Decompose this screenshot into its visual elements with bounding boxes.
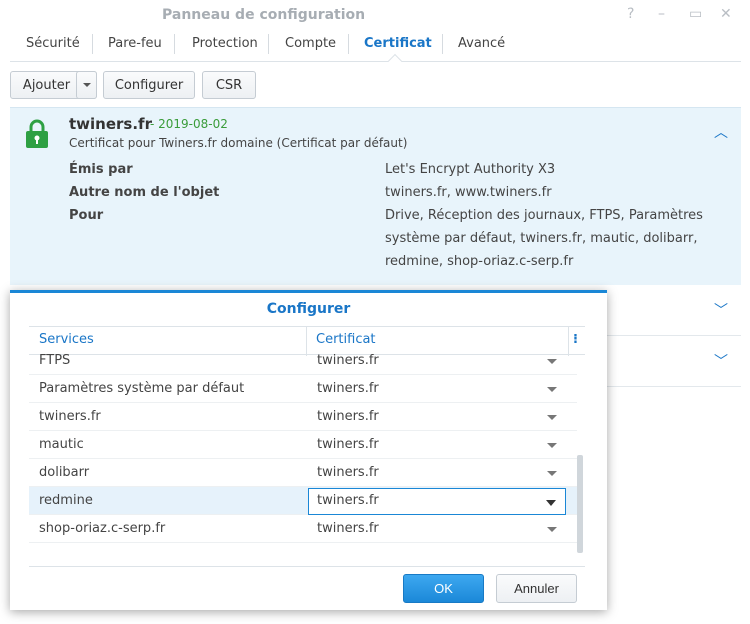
used-for-label: Pour [69, 208, 104, 223]
subject-alt-name-value: twiners.fr, www.twiners.fr [385, 185, 552, 200]
certificate-description: Certificat pour Twiners.fr domaine (Cert… [69, 136, 408, 150]
tab-divider [442, 34, 443, 54]
dropdown-arrow-icon[interactable] [546, 500, 556, 506]
active-tab-indicator [387, 53, 403, 69]
used-for-value: Drive, Réception des journaux, FTPS, Par… [385, 208, 703, 269]
dropdown-arrow-icon[interactable] [547, 471, 557, 476]
table-row[interactable]: FTPS twiners.fr [29, 347, 577, 375]
configure-button[interactable]: Configurer [103, 71, 195, 99]
dialog-title: Configurer [266, 301, 351, 317]
table-row[interactable]: twiners.fr twiners.fr [29, 403, 577, 431]
certificate-cell[interactable]: twiners.fr [317, 409, 379, 424]
close-icon[interactable]: ✕ [720, 6, 732, 22]
issuer-value: Let's Encrypt Authority X3 [385, 162, 556, 177]
table-row[interactable]: shop-oriaz.c-serp.fr twiners.fr [29, 515, 577, 543]
service-name: redmine [39, 493, 93, 508]
tab-certificat[interactable]: Certificat [364, 36, 432, 51]
service-name: FTPS [39, 353, 71, 368]
window-titlebar: Panneau de configuration ? – ▭ ✕ [0, 0, 750, 30]
column-header-certificat[interactable]: Certificat [316, 332, 376, 347]
add-dropdown-button[interactable] [76, 71, 97, 99]
tab-protection[interactable]: Protection [192, 36, 258, 51]
dropdown-arrow-icon[interactable] [547, 443, 557, 448]
service-name: Paramètres système par défaut [39, 381, 245, 396]
maximize-icon[interactable]: ▭ [689, 6, 702, 22]
table-row[interactable]: Paramètres système par défaut twiners.fr [29, 375, 577, 403]
dropdown-arrow-icon[interactable] [547, 387, 557, 392]
minimize-icon[interactable]: – [658, 6, 665, 22]
issuer-label: Émis par [69, 162, 133, 177]
dropdown-arrow-icon[interactable] [547, 359, 557, 364]
lock-icon [24, 119, 50, 153]
service-name: mautic [39, 437, 84, 452]
tab-avance[interactable]: Avancé [458, 36, 505, 51]
subject-alt-name-label: Autre nom de l'objet [69, 185, 220, 200]
certificate-name: twiners.fr [69, 115, 152, 133]
service-name: dolibarr [39, 465, 90, 480]
chevron-up-icon[interactable]: ︿ [714, 122, 728, 142]
configure-dialog: Configurer Services Certificat ⁝ FTPS tw… [10, 290, 607, 610]
certificate-cell[interactable]: twiners.fr [317, 521, 379, 536]
service-name: twiners.fr [39, 409, 101, 424]
tab-divider [268, 34, 269, 54]
help-icon[interactable]: ? [627, 6, 634, 22]
table-row-selected[interactable]: redmine twiners.fr [29, 487, 577, 515]
column-menu-icon[interactable]: ⁝ [573, 332, 578, 347]
tab-bar: Sécurité Pare-feu Protection Compte Cert… [10, 30, 741, 69]
dialog-footer-divider [29, 566, 585, 567]
chevron-down-icon[interactable]: ﹀ [714, 351, 728, 371]
tab-compte[interactable]: Compte [285, 36, 336, 51]
certificate-cell[interactable]: twiners.fr [317, 437, 379, 452]
csr-button[interactable]: CSR [202, 71, 256, 99]
window-title: Panneau de configuration [162, 7, 366, 23]
certificate-select[interactable]: twiners.fr [308, 488, 566, 515]
dropdown-arrow-icon[interactable] [547, 415, 557, 420]
column-header-services[interactable]: Services [39, 332, 94, 347]
table-row[interactable]: mautic twiners.fr [29, 431, 577, 459]
chevron-down-icon [82, 83, 91, 87]
ok-button[interactable]: OK [403, 574, 484, 603]
certificate-cell[interactable]: twiners.fr [317, 465, 379, 480]
tab-divider [92, 34, 93, 54]
cancel-button[interactable]: Annuler [496, 574, 577, 603]
dropdown-arrow-icon[interactable] [547, 527, 557, 532]
table-row[interactable]: dolibarr twiners.fr [29, 459, 577, 487]
certificate-cell[interactable]: twiners.fr [317, 353, 379, 368]
certificate-date: - 2019-08-02 [150, 117, 228, 131]
grid-scrollbar[interactable] [577, 455, 583, 553]
service-name: shop-oriaz.c-serp.fr [39, 521, 166, 536]
tab-pare-feu[interactable]: Pare-feu [108, 36, 162, 51]
tab-securite[interactable]: Sécurité [26, 36, 80, 51]
tab-divider [174, 34, 175, 54]
certificate-item-expanded[interactable]: twiners.fr - 2019-08-02 Certificat pour … [10, 107, 741, 285]
certificate-select-value: twiners.fr [317, 493, 379, 508]
tab-divider [348, 34, 349, 54]
chevron-down-icon[interactable]: ﹀ [714, 300, 728, 320]
certificate-cell[interactable]: twiners.fr [317, 381, 379, 396]
